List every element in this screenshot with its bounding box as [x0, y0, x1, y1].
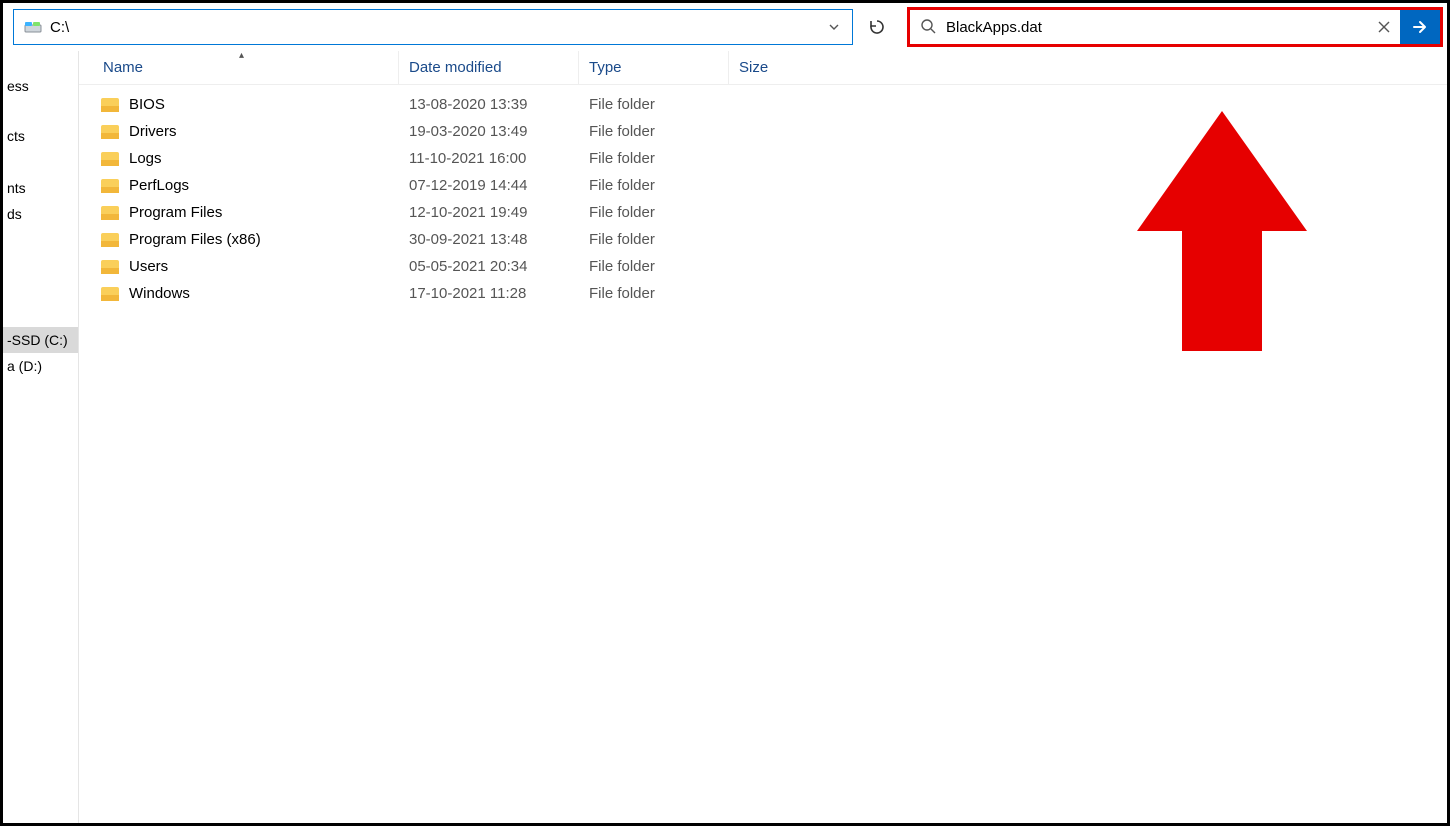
file-name-label: BIOS [129, 96, 165, 113]
cell-type: File folder [579, 231, 729, 248]
cell-type: File folder [579, 177, 729, 194]
column-header-name-label: Name [103, 59, 143, 76]
folder-icon [101, 98, 119, 112]
table-row[interactable]: Users 05-05-2021 20:34File folder [79, 253, 1447, 280]
nav-item[interactable]: -SSD (C:) [3, 327, 78, 353]
column-header-size[interactable]: Size [729, 51, 829, 84]
cell-date-modified: 19-03-2020 13:49 [399, 123, 579, 140]
column-header-dm-label: Date modified [409, 59, 502, 76]
cell-type: File folder [579, 204, 729, 221]
cell-date-modified: 07-12-2019 14:44 [399, 177, 579, 194]
drive-icon [22, 19, 44, 35]
cell-name: Program Files [79, 204, 399, 221]
column-headers: Name ▴ Date modified Type Size [79, 51, 1447, 85]
cell-type: File folder [579, 258, 729, 275]
table-row[interactable]: BIOS 13-08-2020 13:39File folder [79, 91, 1447, 118]
cell-name: Program Files (x86) [79, 231, 399, 248]
address-input[interactable] [44, 19, 822, 36]
file-list-pane: Name ▴ Date modified Type Size BIOS 13-08… [79, 51, 1447, 823]
table-row[interactable]: Program Files (x86) 30-09-2021 13:48File … [79, 226, 1447, 253]
address-bar[interactable] [13, 9, 853, 45]
table-row[interactable]: Drivers 19-03-2020 13:49File folder [79, 118, 1447, 145]
refresh-button[interactable] [859, 9, 895, 45]
file-name-label: Program Files [129, 204, 222, 221]
cell-type: File folder [579, 285, 729, 302]
column-header-type-label: Type [589, 59, 622, 76]
table-row[interactable]: Logs 11-10-2021 16:00File folder [79, 145, 1447, 172]
table-row[interactable]: Windows 17-10-2021 11:28File folder [79, 280, 1447, 307]
cell-name: Drivers [79, 123, 399, 140]
cell-name: BIOS [79, 96, 399, 113]
cell-name: PerfLogs [79, 177, 399, 194]
nav-item[interactable] [3, 149, 78, 175]
folder-icon [101, 233, 119, 247]
toolbar [3, 3, 1447, 51]
folder-icon [101, 260, 119, 274]
folder-icon [101, 179, 119, 193]
cell-date-modified: 13-08-2020 13:39 [399, 96, 579, 113]
cell-type: File folder [579, 96, 729, 113]
nav-item[interactable]: ds [3, 201, 78, 227]
nav-pane: ess cts ntsds -SSD (C:)a (D:) [3, 51, 79, 823]
table-row[interactable]: Program Files 12-10-2021 19:49File folder [79, 199, 1447, 226]
file-name-label: Drivers [129, 123, 177, 140]
column-header-name[interactable]: Name ▴ [79, 51, 399, 84]
nav-item[interactable]: a (D:) [3, 353, 78, 379]
nav-item[interactable]: ess [3, 73, 78, 99]
clear-search-button[interactable] [1374, 21, 1394, 33]
column-header-type[interactable]: Type [579, 51, 729, 84]
cell-date-modified: 30-09-2021 13:48 [399, 231, 579, 248]
cell-date-modified: 11-10-2021 16:00 [399, 150, 579, 167]
nav-item[interactable]: cts [3, 123, 78, 149]
cell-type: File folder [579, 150, 729, 167]
search-bar [907, 7, 1443, 47]
cell-date-modified: 05-05-2021 20:34 [399, 258, 579, 275]
search-go-button[interactable] [1400, 10, 1440, 44]
column-header-date-modified[interactable]: Date modified [399, 51, 579, 84]
file-name-label: Windows [129, 285, 190, 302]
file-name-label: Program Files (x86) [129, 231, 261, 248]
folder-icon [101, 125, 119, 139]
cell-name: Windows [79, 285, 399, 302]
cell-name: Users [79, 258, 399, 275]
file-name-label: Users [129, 258, 168, 275]
address-dropdown[interactable] [822, 21, 846, 33]
table-row[interactable]: PerfLogs 07-12-2019 14:44File folder [79, 172, 1447, 199]
cell-type: File folder [579, 123, 729, 140]
sort-ascending-icon: ▴ [239, 50, 244, 61]
search-icon [920, 18, 936, 37]
file-name-label: PerfLogs [129, 177, 189, 194]
search-input[interactable] [946, 19, 1364, 36]
cell-date-modified: 12-10-2021 19:49 [399, 204, 579, 221]
file-name-label: Logs [129, 150, 162, 167]
folder-icon [101, 152, 119, 166]
cell-name: Logs [79, 150, 399, 167]
cell-date-modified: 17-10-2021 11:28 [399, 285, 579, 302]
folder-icon [101, 206, 119, 220]
folder-icon [101, 287, 119, 301]
column-header-size-label: Size [739, 59, 768, 76]
search-inner [910, 10, 1400, 44]
nav-item[interactable]: nts [3, 175, 78, 201]
